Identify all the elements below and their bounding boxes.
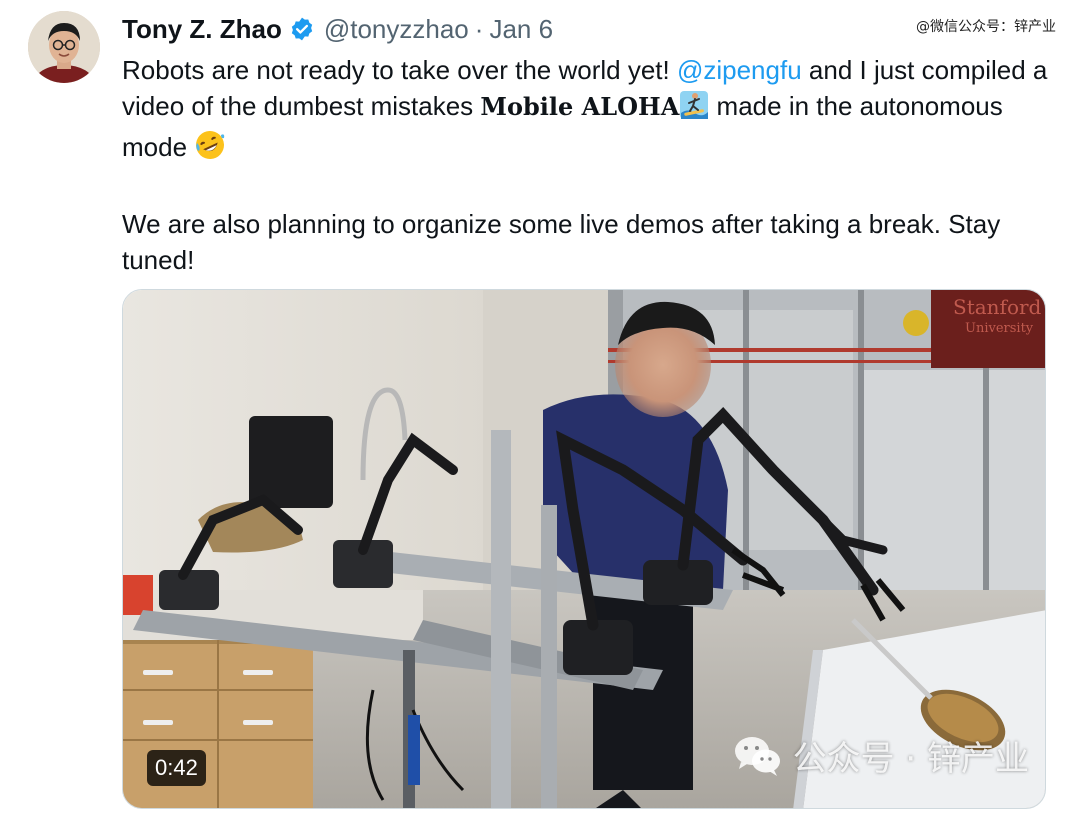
stanford-sign-subtext: University xyxy=(965,321,1034,336)
author-handle[interactable]: @tonyzzhao xyxy=(324,14,469,45)
video-watermark-text: 公众号 · 锌产业 xyxy=(792,739,1029,779)
separator-dot: · xyxy=(474,13,484,44)
top-watermark: @微信公众号：锌产业 xyxy=(916,19,1056,35)
tweet-body: Robots are not ready to take over the wo… xyxy=(122,52,1052,278)
tweet-paragraph-2: We are also planning to organize some li… xyxy=(122,209,1001,275)
brand-name: Mobile ALOHA xyxy=(480,92,680,121)
tweet-header: Tony Z. Zhao @tonyzzhao · Jan 6 xyxy=(122,12,553,46)
tweet-paragraph-1: Robots are not ready to take over the wo… xyxy=(122,52,1052,170)
stanford-sign-text: Stanford xyxy=(953,295,1042,319)
tweet-date[interactable]: Jan 6 xyxy=(489,14,553,45)
wechat-icon xyxy=(733,734,783,778)
author-avatar[interactable] xyxy=(28,11,100,83)
avatar-image xyxy=(28,11,100,83)
video-duration-badge: 0:42 xyxy=(147,750,206,786)
tweet-text-segment: Robots are not ready to take over the wo… xyxy=(122,55,677,85)
video-watermark: 公众号 · 锌产业 xyxy=(733,731,1029,780)
mention-link[interactable]: @zipengfu xyxy=(677,55,802,85)
surfer-emoji-icon xyxy=(679,90,709,129)
author-name[interactable]: Tony Z. Zhao xyxy=(122,14,282,45)
video-player[interactable]: Stanford University 0:42 公众号 · 锌产业 xyxy=(122,289,1046,809)
rofl-emoji-icon xyxy=(194,129,226,170)
verified-badge-icon xyxy=(289,16,315,42)
